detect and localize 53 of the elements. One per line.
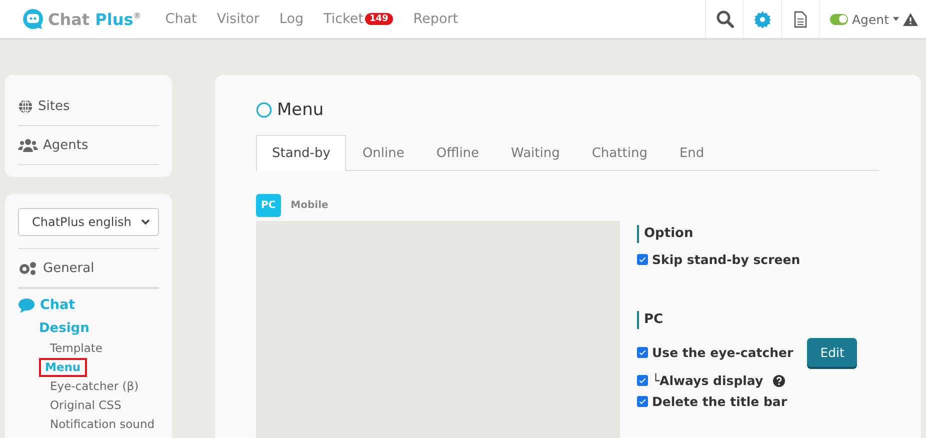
- nav-link[interactable]: Report: [413, 11, 458, 27]
- edit-button[interactable]: Edit: [807, 338, 858, 367]
- settings-icon[interactable]: [754, 10, 771, 28]
- checkbox[interactable]: [637, 375, 648, 386]
- menu-item[interactable]: Original CSS: [43, 396, 128, 415]
- help-icon[interactable]: [773, 374, 786, 386]
- option-label: Delete the title bar: [652, 394, 788, 409]
- status-toggle[interactable]: [830, 14, 848, 24]
- menu-item[interactable]: Notification sound: [43, 415, 162, 434]
- menu-item[interactable]: Template: [43, 339, 110, 358]
- chat-logo-icon: [22, 8, 44, 30]
- device-tab[interactable]: PC: [256, 194, 281, 217]
- option-label: Use the eye-catcher: [652, 345, 794, 360]
- logo-text: Chat Plus$^{®}$: [48, 10, 142, 28]
- device-tab[interactable]: Mobile: [288, 195, 332, 216]
- nav-link[interactable]: Log: [279, 11, 304, 27]
- nav-link[interactable]: Ticket: [324, 11, 364, 27]
- menu-item[interactable]: Eye-catcher (β): [43, 377, 146, 396]
- gears-icon: [18, 260, 38, 276]
- menu-item[interactable]: Menu: [39, 358, 87, 377]
- section-heading: PC: [637, 311, 858, 329]
- tab[interactable]: Offline: [420, 135, 496, 171]
- tab[interactable]: Waiting: [495, 135, 576, 171]
- sidebar-link[interactable]: Agents: [43, 138, 88, 152]
- search-icon[interactable]: [716, 10, 734, 28]
- tab[interactable]: End: [663, 135, 720, 171]
- warning-icon[interactable]: [903, 12, 918, 26]
- tab[interactable]: Online: [346, 135, 420, 171]
- tab[interactable]: Chatting: [576, 135, 664, 171]
- option-label: └Always display: [652, 373, 764, 388]
- globe-icon: [18, 98, 33, 114]
- circle-icon: [256, 102, 272, 118]
- document-icon[interactable]: [794, 10, 807, 28]
- section-heading: Option: [637, 225, 858, 243]
- nav-link[interactable]: Chat: [165, 11, 197, 27]
- nav-link[interactable]: Visitor: [216, 11, 260, 27]
- checkbox[interactable]: [637, 347, 648, 358]
- speech-bubble-icon: [18, 298, 35, 312]
- checkbox[interactable]: [637, 254, 648, 265]
- sidebar-link[interactable]: General: [43, 260, 94, 276]
- users-icon: [18, 138, 38, 152]
- count-badge: 149: [364, 13, 394, 25]
- option-label: Skip stand-by screen: [652, 252, 800, 267]
- caret-icon: [893, 17, 899, 21]
- section-label[interactable]: Design: [39, 321, 159, 336]
- checkbox[interactable]: [637, 396, 648, 407]
- site-dropdown[interactable]: ChatPlus english: [18, 208, 159, 236]
- tab[interactable]: Stand-by: [256, 135, 346, 171]
- chevron-icon: [141, 219, 150, 225]
- agent-menu[interactable]: Agent: [852, 12, 889, 26]
- sidebar-link[interactable]: Chat: [40, 297, 76, 313]
- page-title: Menu: [277, 100, 324, 120]
- sidebar-link[interactable]: Sites: [38, 98, 70, 114]
